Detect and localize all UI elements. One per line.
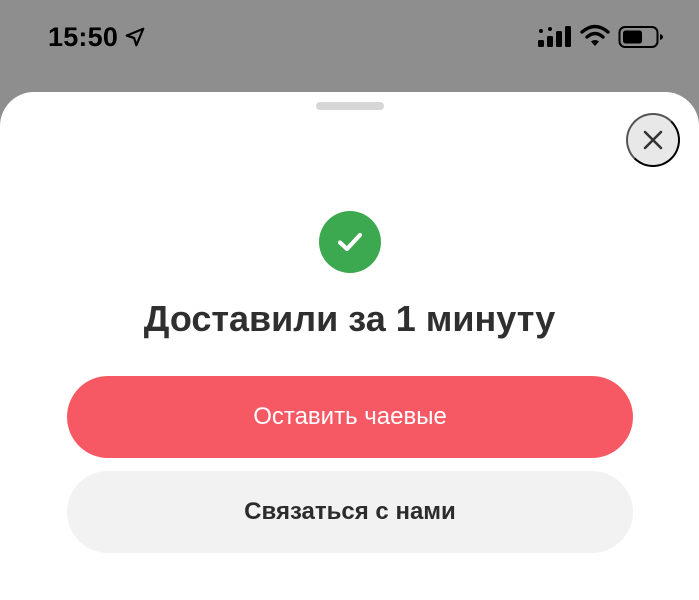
leave-tip-button[interactable]: Оставить чаевые [67, 376, 633, 458]
success-badge [319, 211, 381, 273]
close-icon [643, 130, 663, 150]
screen: 15:50 Доставили за 1 минуту Оставить чае… [0, 0, 699, 600]
sheet-grabber[interactable] [316, 102, 384, 110]
status-bar: 15:50 [0, 0, 699, 80]
close-button[interactable] [626, 113, 680, 167]
battery-icon [618, 26, 663, 48]
location-arrow-icon [125, 27, 145, 47]
wifi-icon [580, 24, 610, 46]
cellular-signal-icon [538, 26, 571, 47]
bottom-sheet: Доставили за 1 минуту Оставить чаевые Св… [0, 92, 699, 600]
contact-us-button[interactable]: Связаться с нами [67, 471, 633, 553]
status-time: 15:50 [48, 22, 119, 52]
checkmark-icon [337, 232, 363, 252]
delivery-title: Доставили за 1 минуту [143, 298, 556, 339]
